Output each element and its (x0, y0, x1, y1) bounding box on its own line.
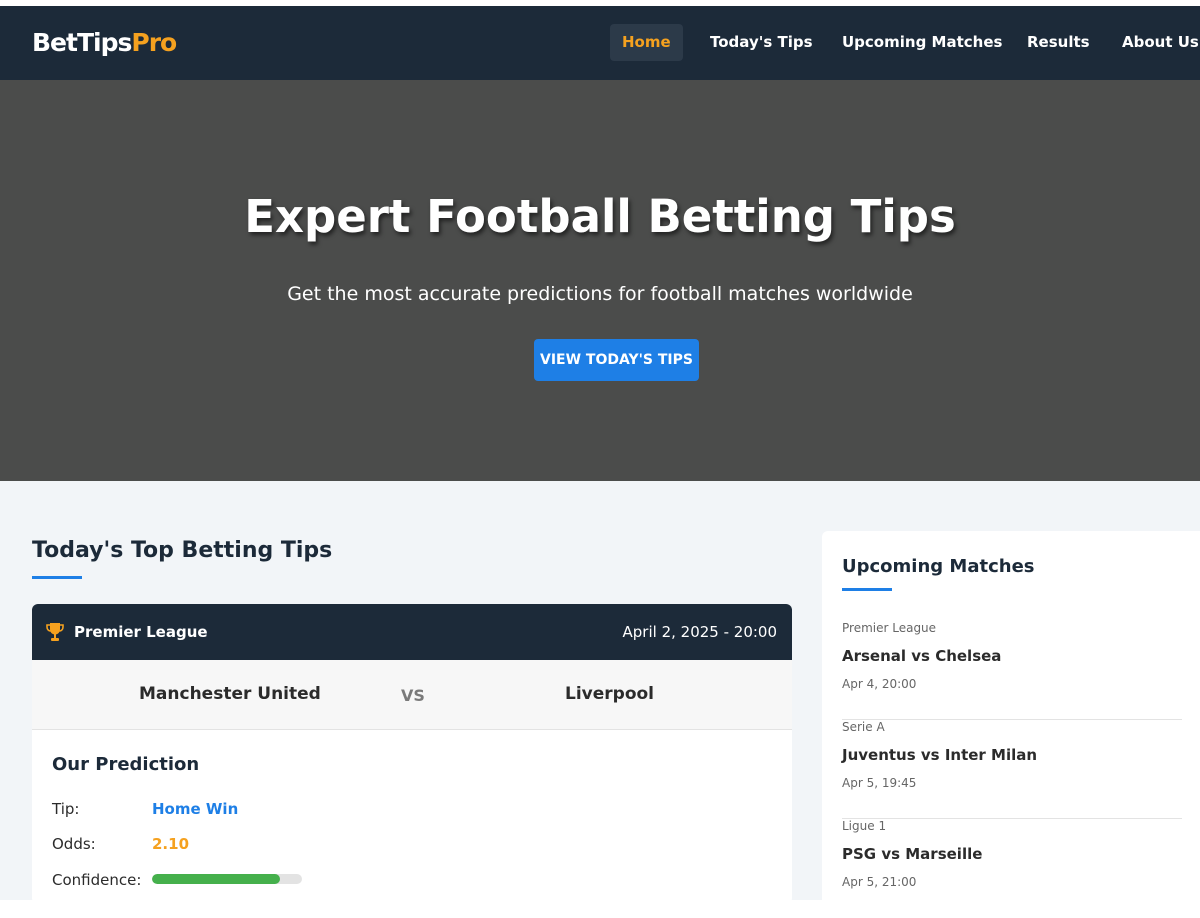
hero-banner: Expert Football Betting Tips Get the mos… (0, 80, 1200, 481)
upcoming-match-item[interactable]: Serie A Juventus vs Inter Milan Apr 5, 1… (842, 720, 1182, 819)
upcoming-match-date: Apr 5, 19:45 (842, 776, 917, 790)
upcoming-match-date: Apr 4, 20:00 (842, 677, 917, 691)
match-datetime: April 2, 2025 - 20:00 (622, 623, 777, 641)
hero-subtitle: Get the most accurate predictions for fo… (287, 283, 913, 305)
tip-label: Tip: (52, 800, 80, 818)
upcoming-match-date: Apr 5, 21:00 (842, 875, 917, 889)
top-navbar: BetTipsPro Home Today's Tips Upcoming Ma… (0, 6, 1200, 80)
upcoming-matches-panel: Upcoming Matches Premier League Arsenal … (822, 531, 1200, 900)
nav-item-results[interactable]: Results (1027, 24, 1090, 61)
home-team: Manchester United (139, 684, 321, 704)
upcoming-match-item[interactable]: Ligue 1 PSG vs Marseille Apr 5, 21:00 (842, 819, 1182, 918)
logo-accent-text: Pro (131, 28, 177, 57)
upcoming-match-teams: Arsenal vs Chelsea (842, 647, 1002, 665)
trophy-icon (46, 622, 64, 642)
versus-label: VS (401, 686, 425, 705)
upcoming-match-league: Premier League (842, 621, 937, 635)
nav-item-upcoming-matches[interactable]: Upcoming Matches (842, 24, 1002, 61)
odds-value: 2.10 (152, 835, 190, 853)
view-todays-tips-button[interactable]: VIEW TODAY'S TIPS (534, 339, 699, 381)
upcoming-match-item[interactable]: Premier League Arsenal vs Chelsea Apr 4,… (842, 621, 1182, 720)
nav-item-home[interactable]: Home (610, 24, 683, 61)
odds-label: Odds: (52, 835, 96, 853)
prediction-title: Our Prediction (52, 754, 200, 775)
tip-card-header: Premier League April 2, 2025 - 20:00 (32, 604, 792, 660)
upcoming-match-league: Ligue 1 (842, 819, 887, 833)
logo-main-text: BetTips (32, 28, 132, 57)
nav-item-about-us[interactable]: About Us (1122, 24, 1199, 61)
confidence-bar (152, 874, 302, 884)
confidence-bar-fill (152, 874, 280, 884)
away-team: Liverpool (565, 684, 655, 704)
tip-card: Premier League April 2, 2025 - 20:00 Man… (32, 604, 792, 904)
match-teams-row: Manchester United VS Liverpool (32, 660, 792, 730)
site-logo[interactable]: BetTipsPro (32, 28, 177, 57)
sidebar-title: Upcoming Matches (842, 556, 1035, 577)
confidence-label: Confidence: (52, 871, 142, 889)
match-league: Premier League (74, 623, 208, 641)
nav-item-todays-tips[interactable]: Today's Tips (710, 24, 813, 61)
tip-value: Home Win (152, 800, 239, 818)
main-content: Today's Top Betting Tips Premier League … (0, 481, 1200, 904)
upcoming-match-teams: Juventus vs Inter Milan (842, 746, 1038, 764)
section-title: Today's Top Betting Tips (32, 538, 333, 563)
upcoming-match-league: Serie A (842, 720, 885, 734)
upcoming-match-teams: PSG vs Marseille (842, 845, 983, 863)
hero-title: Expert Football Betting Tips (244, 190, 956, 243)
section-title-underline (32, 576, 82, 579)
sidebar-title-underline (842, 588, 892, 591)
